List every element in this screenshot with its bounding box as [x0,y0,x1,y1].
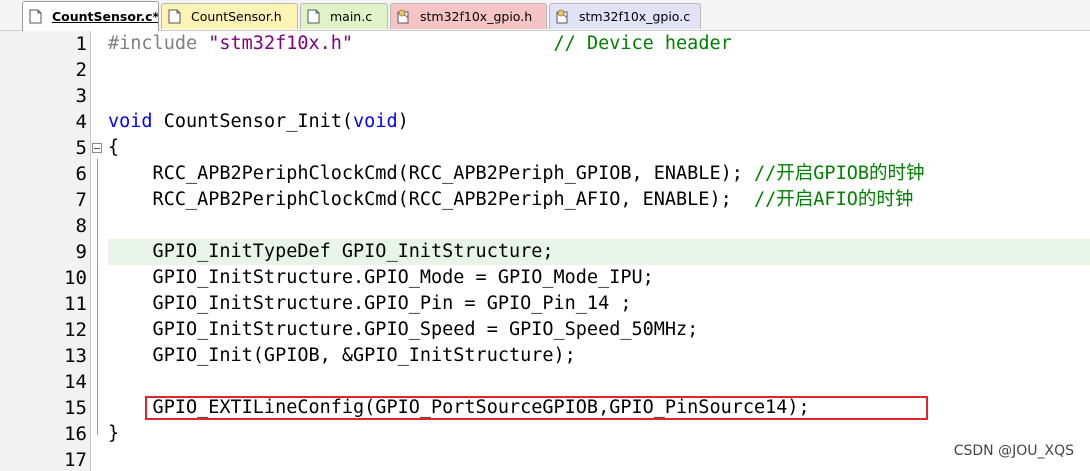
line-number: 8 [75,215,87,237]
library-source-file-icon [556,9,569,24]
tab-label: CountSensor.c* [52,9,159,24]
line-number: 11 [64,293,87,315]
tab-label: stm32f10x_gpio.h [420,9,533,24]
line-number: 13 [64,345,87,367]
code-line[interactable]: 2 [0,57,1090,83]
line-number: 15 [64,397,87,419]
code-line[interactable]: 13 GPIO_Init(GPIOB, &GPIO_InitStructure)… [0,343,1090,369]
tab-stm32f10x-gpio-h[interactable]: stm32f10x_gpio.h [390,3,547,29]
tab-label: main.c [330,9,373,24]
preprocessor-token: #include [108,33,209,54]
code-line[interactable]: 14 [0,369,1090,395]
code-line[interactable]: 5{ [0,135,1090,161]
code-token: GPIO_InitTypeDef GPIO_InitStructure; [108,241,554,262]
comment-token: // Device header [553,33,732,54]
code-line[interactable]: 9 GPIO_InitTypeDef GPIO_InitStructure; [0,239,1090,265]
tab-label: stm32f10x_gpio.c [579,9,691,24]
code-token: GPIO_Init(GPIOB, &GPIO_InitStructure); [108,345,576,366]
tab-label: CountSensor.h [191,9,282,24]
code-line[interactable]: 17 [0,447,1090,471]
line-number: 12 [64,319,87,341]
code-line[interactable]: 3 [0,83,1090,109]
code-line[interactable]: 4 void CountSensor_Init(void) [0,109,1090,135]
tab-main-c[interactable]: main.c [300,3,388,29]
line-number: 16 [64,423,87,445]
editor-tab-bar: CountSensor.c* CountSensor.h main.c stm3… [0,0,1090,31]
comment-token: //开启AFIO的时钟 [754,189,914,210]
code-token: CountSensor_Init( [152,111,354,132]
line-number: 7 [75,189,87,211]
line-text: void CountSensor_Init(void) [108,109,409,135]
line-text: { [108,135,119,161]
line-number: 9 [75,241,87,263]
tab-countsensor-c[interactable]: CountSensor.c* [22,1,159,31]
line-text: } [108,421,119,447]
line-text: GPIO_Init(GPIOB, &GPIO_InitStructure); [108,343,576,369]
code-token: ) [397,111,409,132]
code-line[interactable]: 12 GPIO_InitStructure.GPIO_Speed = GPIO_… [0,317,1090,343]
line-text: GPIO_InitTypeDef GPIO_InitStructure; [108,239,554,265]
code-editor[interactable]: 1 #include "stm32f10x.h" // Device header… [0,31,1090,471]
line-text: #include "stm32f10x.h" // Device header [108,31,732,57]
line-text: GPIO_InitStructure.GPIO_Pin = GPIO_Pin_1… [108,291,632,317]
fold-collapse-icon[interactable] [92,143,102,153]
line-text: GPIO_InitStructure.GPIO_Speed = GPIO_Spe… [108,317,699,343]
line-text: GPIO_InitStructure.GPIO_Mode = GPIO_Mode… [108,265,654,291]
string-token: "stm32f10x.h" [208,33,354,54]
code-token: RCC_APB2PeriphClockCmd(RCC_APB2Periph_GP… [108,163,755,184]
code-token: RCC_APB2PeriphClockCmd(RCC_APB2Periph_AF… [108,189,755,210]
header-file-icon [168,9,181,24]
line-number: 2 [75,59,87,81]
line-text: RCC_APB2PeriphClockCmd(RCC_APB2Periph_AF… [108,187,914,213]
line-text: RCC_APB2PeriphClockCmd(RCC_APB2Periph_GP… [108,161,925,187]
line-number: 10 [64,267,87,289]
code-token: GPIO_InitStructure.GPIO_Speed = GPIO_Spe… [108,319,699,340]
code-token: } [108,423,120,444]
keyword-token: void [353,111,398,132]
keyword-token: void [108,111,153,132]
highlight-box [145,396,928,420]
tab-countsensor-h[interactable]: CountSensor.h [161,3,298,29]
c-source-file-icon [29,9,42,24]
line-number: 6 [75,163,87,185]
line-number: 4 [75,111,87,133]
code-line[interactable]: 8 [0,213,1090,239]
code-line[interactable]: 1 #include "stm32f10x.h" // Device header [0,31,1090,57]
line-number: 5 [75,137,87,159]
line-number: 14 [64,371,87,393]
watermark: CSDN @JOU_XQS [953,443,1074,459]
code-token: { [108,137,120,158]
line-number: 17 [64,449,87,471]
code-line[interactable]: 16} [0,421,1090,447]
line-number: 1 [75,33,87,55]
code-token: GPIO_InitStructure.GPIO_Mode = GPIO_Mode… [108,267,654,288]
code-line[interactable]: 6 RCC_APB2PeriphClockCmd(RCC_APB2Periph_… [0,161,1090,187]
code-line[interactable]: 11 GPIO_InitStructure.GPIO_Pin = GPIO_Pi… [0,291,1090,317]
library-header-file-icon [397,9,410,24]
comment-token: //开启GPIOB的时钟 [754,163,925,184]
c-source-file-icon [307,9,320,24]
code-token: GPIO_InitStructure.GPIO_Pin = GPIO_Pin_1… [108,293,632,314]
tab-stm32f10x-gpio-c[interactable]: stm32f10x_gpio.c [549,3,701,29]
code-line[interactable]: 7 RCC_APB2PeriphClockCmd(RCC_APB2Periph_… [0,187,1090,213]
line-number: 3 [75,85,87,107]
code-line[interactable]: 10 GPIO_InitStructure.GPIO_Mode = GPIO_M… [0,265,1090,291]
